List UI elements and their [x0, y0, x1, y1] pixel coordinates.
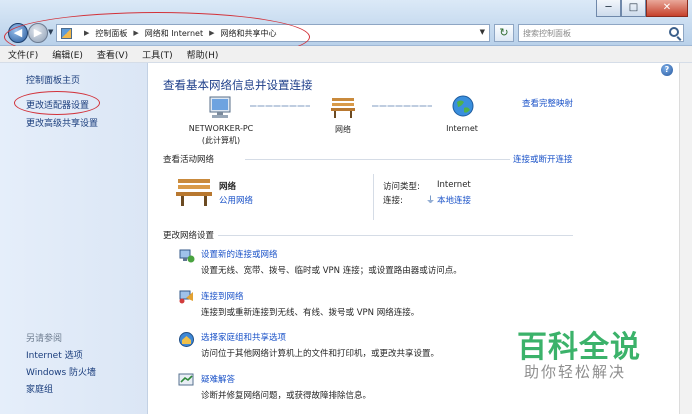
menu-help[interactable]: 帮助(H) — [187, 48, 219, 61]
map-internet-label: Internet — [446, 124, 478, 133]
breadcrumb-control-panel[interactable]: 控制面板 — [95, 28, 127, 39]
task-connect-network-link[interactable]: 连接到网络 — [201, 290, 244, 302]
maximize-button[interactable]: □ — [621, 0, 646, 17]
bench-network-icon-large — [176, 179, 212, 206]
forward-button[interactable]: ▶ — [28, 23, 48, 43]
menu-view[interactable]: 查看(V) — [97, 48, 128, 61]
refresh-button[interactable]: ↻ — [494, 24, 514, 42]
window-controls: ─ □ ✕ — [596, 0, 688, 17]
full-map-link[interactable]: 查看完整映射 — [522, 97, 573, 109]
chevron-right-icon[interactable]: ▶ — [84, 29, 89, 37]
access-type-value: Internet — [437, 180, 471, 190]
troubleshoot-icon — [178, 373, 194, 386]
scrollbar[interactable] — [679, 63, 692, 414]
vertical-divider — [373, 174, 374, 220]
sidebar-link-control-panel-home[interactable]: 控制面板主页 — [26, 73, 80, 86]
annotation-circle-adapter — [14, 91, 100, 115]
access-type-label: 访问类型: — [383, 182, 420, 192]
breadcrumb-network-internet[interactable]: 网络和 Internet — [145, 28, 203, 39]
bench-network-icon — [331, 98, 355, 118]
task-setup-connection-link[interactable]: 设置新的连接或网络 — [201, 248, 278, 260]
address-bar[interactable]: ▶ 控制面板 ▶ 网络和 Internet ▶ 网络和共享中心 ▼ — [56, 24, 490, 42]
new-connection-icon — [179, 249, 195, 263]
see-also-heading: 另请参阅 — [26, 334, 63, 344]
breadcrumb-network-sharing[interactable]: 网络和共享中心 — [220, 28, 276, 39]
connect-network-icon — [179, 290, 193, 304]
minimize-button[interactable]: ─ — [596, 0, 621, 17]
search-placeholder: 搜索控制面板 — [523, 29, 571, 38]
map-pc-name: NETWORKER-PC — [188, 124, 254, 133]
chevron-right-icon[interactable]: ▶ — [133, 29, 138, 37]
menu-bar: 文件(F) 编辑(E) 查看(V) 工具(T) 帮助(H) — [0, 46, 692, 63]
connect-disconnect-link[interactable]: 连接或断开连接 — [513, 153, 573, 165]
section-divider — [218, 235, 573, 236]
active-network-heading: 查看活动网络 — [163, 155, 215, 165]
map-network-label: 网络 — [335, 125, 351, 134]
chevron-right-icon[interactable]: ▶ — [209, 29, 214, 37]
map-link-pc-network — [250, 105, 310, 107]
search-icon[interactable] — [669, 27, 679, 37]
sidebar-link-homegroup[interactable]: 家庭组 — [26, 382, 53, 395]
local-connection-link[interactable]: 本地连接 — [437, 194, 471, 206]
map-link-network-internet — [372, 105, 432, 107]
task-troubleshoot-desc: 诊断并修复网络问题，或获得故障排除信息。 — [201, 391, 372, 401]
menu-edit[interactable]: 编辑(E) — [52, 48, 83, 61]
homegroup-icon — [179, 332, 194, 347]
sidebar-link-advanced-sharing[interactable]: 更改高级共享设置 — [26, 116, 98, 129]
change-settings-heading: 更改网络设置 — [163, 231, 215, 241]
address-dropdown-icon[interactable]: ▼ — [480, 28, 485, 36]
history-dropdown-icon[interactable]: ▼ — [48, 28, 53, 36]
map-pc-sub: (此计算机) — [201, 136, 241, 145]
task-troubleshoot-link[interactable]: 疑难解答 — [201, 373, 235, 385]
control-panel-icon — [61, 27, 72, 39]
sidebar-link-internet-options[interactable]: Internet 选项 — [26, 348, 83, 361]
computer-icon — [209, 96, 231, 118]
task-homegroup-link[interactable]: 选择家庭组和共享选项 — [201, 331, 286, 343]
globe-icon — [452, 95, 474, 117]
active-network-type-link[interactable]: 公用网络 — [219, 194, 253, 206]
section-divider — [245, 159, 510, 160]
help-icon[interactable]: ? — [661, 64, 673, 76]
sidebar-link-firewall[interactable]: Windows 防火墙 — [26, 365, 96, 378]
watermark-logo: 百科全说 — [517, 330, 641, 365]
task-setup-connection-desc: 设置无线、宽带、拨号、临时或 VPN 连接；或设置路由器或访问点。 — [201, 266, 462, 276]
back-button[interactable]: ◀ — [8, 23, 28, 43]
connection-label: 连接: — [383, 196, 403, 206]
search-input[interactable]: 搜索控制面板 — [518, 24, 684, 42]
sidebar: 控制面板主页 更改适配器设置 更改高级共享设置 另请参阅 Internet 选项… — [0, 63, 148, 414]
task-connect-network-desc: 连接到或重新连接到无线、有线、拨号或 VPN 网络连接。 — [201, 308, 420, 318]
watermark-slogan: 助你轻松解决 — [524, 363, 627, 381]
page-title: 查看基本网络信息并设置连接 — [163, 78, 313, 92]
close-button[interactable]: ✕ — [646, 0, 688, 17]
title-bar: ─ □ ✕ ◀ ▶ ▼ ▶ 控制面板 ▶ 网络和 Internet ▶ 网络和共… — [0, 0, 692, 46]
network-cable-icon: ⏚ — [426, 196, 436, 206]
menu-tools[interactable]: 工具(T) — [142, 48, 173, 61]
task-homegroup-desc: 访问位于其他网络计算机上的文件和打印机，或更改共享设置。 — [201, 349, 440, 359]
menu-file[interactable]: 文件(F) — [8, 48, 38, 61]
active-network-name: 网络 — [219, 182, 237, 192]
